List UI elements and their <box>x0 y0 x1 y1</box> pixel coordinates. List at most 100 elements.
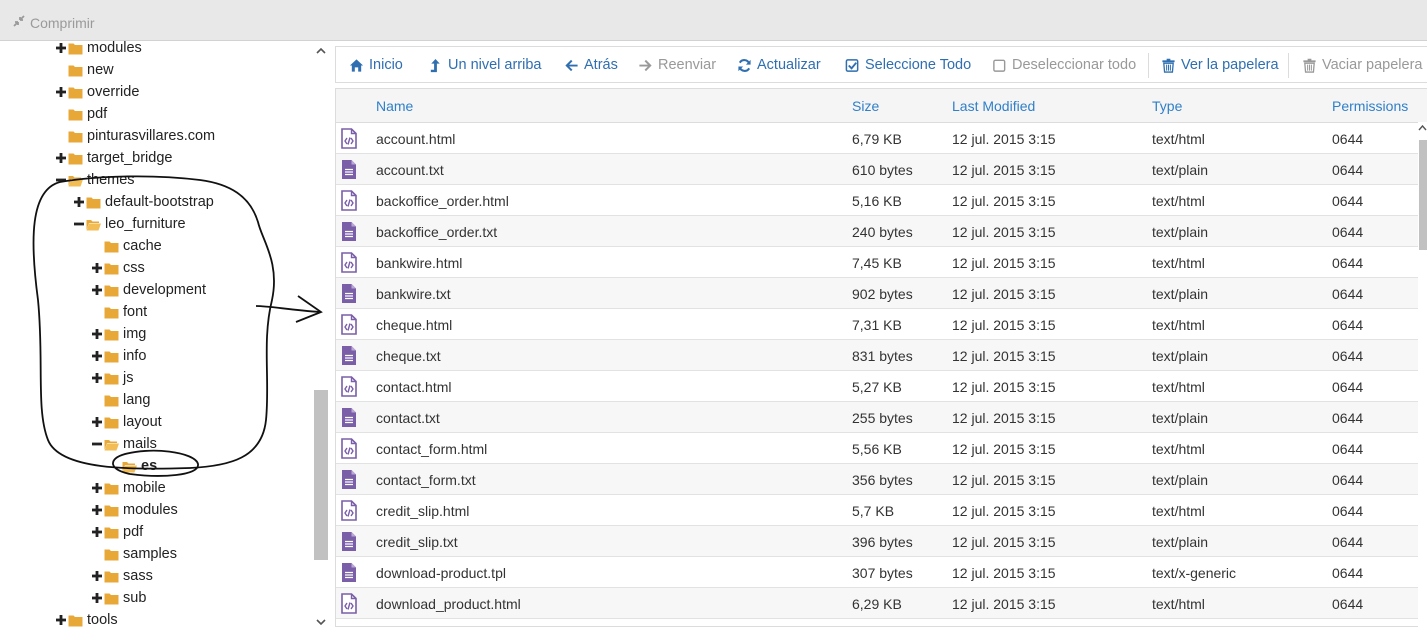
collapse-icon[interactable] <box>55 174 67 186</box>
compress-button[interactable]: Comprimir <box>12 14 95 31</box>
table-row[interactable]: download_product.html 6,29 KB 12 jul. 2015… <box>336 588 1418 619</box>
cell-name[interactable]: contact_form.html <box>376 441 487 457</box>
expand-icon[interactable] <box>91 504 103 516</box>
tree-item[interactable]: themes <box>55 169 135 191</box>
table-scrollbar-thumb[interactable] <box>1419 140 1427 250</box>
expand-icon[interactable] <box>55 86 67 98</box>
cell-name[interactable]: backoffice_order.txt <box>376 224 497 240</box>
table-row[interactable]: download-product.tpl 307 bytes 12 jul. 201… <box>336 557 1418 588</box>
cell-name[interactable]: cheque.html <box>376 317 452 333</box>
expand-icon[interactable] <box>55 42 67 54</box>
expand-icon[interactable] <box>91 372 103 384</box>
cell-name[interactable]: bankwire.html <box>376 255 462 271</box>
tree-item[interactable]: default-bootstrap <box>73 191 214 213</box>
scroll-up-icon[interactable] <box>316 46 326 56</box>
tree-item[interactable]: modules <box>55 41 142 59</box>
cell-name[interactable]: download-product.tpl <box>376 565 506 581</box>
table-row[interactable]: account.txt 610 bytes 12 jul. 2015 3:15 tex… <box>336 154 1418 185</box>
tree-scrollbar-thumb[interactable] <box>314 390 328 560</box>
tree-item[interactable]: layout <box>91 411 162 433</box>
scroll-down-icon[interactable] <box>316 617 326 627</box>
tree-item[interactable]: mobile <box>91 477 166 499</box>
tree-item[interactable]: font <box>91 301 147 323</box>
expand-icon[interactable] <box>91 570 103 582</box>
column-header[interactable]: Permissions <box>1332 98 1408 114</box>
expand-icon[interactable] <box>91 592 103 604</box>
table-row[interactable]: cheque.html 7,31 KB 12 jul. 2015 3:15 text/… <box>336 309 1418 340</box>
collapse-icon[interactable] <box>73 218 85 230</box>
cell-name[interactable]: credit_slip.txt <box>376 534 458 550</box>
tree-item[interactable]: samples <box>91 543 177 565</box>
table-row[interactable]: backoffice_order.txt 240 bytes 12 jul. 201… <box>336 216 1418 247</box>
tree-item[interactable]: css <box>91 257 145 279</box>
collapse-icon[interactable] <box>91 438 103 450</box>
table-row[interactable]: account.html 6,79 KB 12 jul. 2015 3:15 text… <box>336 123 1418 154</box>
tree-item[interactable]: js <box>91 367 133 389</box>
table-row[interactable]: bankwire.txt 902 bytes 12 jul. 2015 3:15 te… <box>336 278 1418 309</box>
tree-item[interactable]: new <box>55 59 114 81</box>
tree-item[interactable]: pinturasvillares.com <box>55 125 215 147</box>
table-row[interactable]: backoffice_order.html 5,16 KB 12 jul. 2015… <box>336 185 1418 216</box>
tree-item[interactable]: lang <box>91 389 150 411</box>
expand-icon[interactable] <box>55 614 67 626</box>
cell-name[interactable]: account.txt <box>376 162 444 178</box>
tree-item[interactable]: development <box>91 279 206 301</box>
table-row[interactable]: contact.html 5,27 KB 12 jul. 2015 3:15 text… <box>336 371 1418 402</box>
toolbar-button[interactable]: Atrás <box>564 57 618 73</box>
tree-item[interactable]: img <box>91 323 146 345</box>
expand-icon[interactable] <box>91 284 103 296</box>
tree-item[interactable]: mails <box>91 433 157 455</box>
scroll-up-icon[interactable] <box>1418 124 1427 132</box>
toolbar-button[interactable]: Inicio <box>349 57 403 73</box>
cell-name[interactable]: account.html <box>376 131 455 147</box>
toolbar-button[interactable]: Deseleccionar todo <box>992 57 1136 73</box>
cell-name[interactable]: credit_slip.html <box>376 503 469 519</box>
expand-icon[interactable] <box>91 350 103 362</box>
toolbar-button[interactable]: Reenviar <box>638 57 716 73</box>
cell-name[interactable]: backoffice_order.html <box>376 193 509 209</box>
tree-item[interactable]: info <box>91 345 146 367</box>
table-row[interactable]: cheque.txt 831 bytes 12 jul. 2015 3:15 text… <box>336 340 1418 371</box>
cell-name[interactable]: bankwire.txt <box>376 286 451 302</box>
table-row[interactable]: credit_slip.html 5,7 KB 12 jul. 2015 3:15 t… <box>336 495 1418 526</box>
table-row[interactable]: bankwire.html 7,45 KB 12 jul. 2015 3:15 tex… <box>336 247 1418 278</box>
expand-icon[interactable] <box>91 416 103 428</box>
table-row[interactable]: contact_form.txt 356 bytes 12 jul. 2015 3:… <box>336 464 1418 495</box>
cell-name[interactable]: contact_form.txt <box>376 472 476 488</box>
tree-item[interactable]: pdf <box>55 103 107 125</box>
tree-item[interactable]: sub <box>91 587 146 609</box>
table-scrollbar[interactable] <box>1418 122 1427 627</box>
toolbar-button[interactable]: Ver la papelera <box>1161 57 1279 73</box>
column-header[interactable]: Type <box>1152 98 1182 114</box>
tree-item[interactable]: pdf <box>91 521 143 543</box>
tree-item[interactable]: es <box>109 455 157 477</box>
tree-item[interactable]: leo_furniture <box>73 213 186 235</box>
toolbar-button[interactable]: Vaciar papelera <box>1302 57 1423 73</box>
expand-icon[interactable] <box>73 196 85 208</box>
column-header[interactable]: Last Modified <box>952 98 1035 114</box>
tree-item[interactable]: override <box>55 81 139 103</box>
table-row[interactable]: credit_slip.txt 396 bytes 12 jul. 2015 3:1… <box>336 526 1418 557</box>
tree-item[interactable]: tools <box>55 609 118 627</box>
toolbar-button[interactable]: Un nivel arriba <box>428 57 542 73</box>
expand-icon[interactable] <box>55 152 67 164</box>
tree-item[interactable]: modules <box>91 499 178 521</box>
tree-scrollbar[interactable] <box>313 41 329 627</box>
expand-icon[interactable] <box>91 482 103 494</box>
cell-name[interactable]: contact.txt <box>376 410 440 426</box>
expand-icon[interactable] <box>91 328 103 340</box>
tree-item[interactable]: target_bridge <box>55 147 172 169</box>
cell-name[interactable]: download_product.html <box>376 596 521 612</box>
column-header[interactable]: Size <box>852 98 879 114</box>
toolbar-button[interactable]: Seleccione Todo <box>845 57 971 73</box>
cell-name[interactable]: cheque.txt <box>376 348 441 364</box>
column-header[interactable]: Name <box>376 98 413 114</box>
expand-icon[interactable] <box>91 526 103 538</box>
tree-item[interactable]: cache <box>91 235 162 257</box>
toolbar-button[interactable]: Actualizar <box>737 57 821 73</box>
table-row[interactable]: contact.txt 255 bytes 12 jul. 2015 3:15 tex… <box>336 402 1418 433</box>
tree-item[interactable]: sass <box>91 565 153 587</box>
expand-icon[interactable] <box>91 262 103 274</box>
cell-name[interactable]: contact.html <box>376 379 451 395</box>
table-row[interactable]: contact_form.html 5,56 KB 12 jul. 2015 3:1… <box>336 433 1418 464</box>
